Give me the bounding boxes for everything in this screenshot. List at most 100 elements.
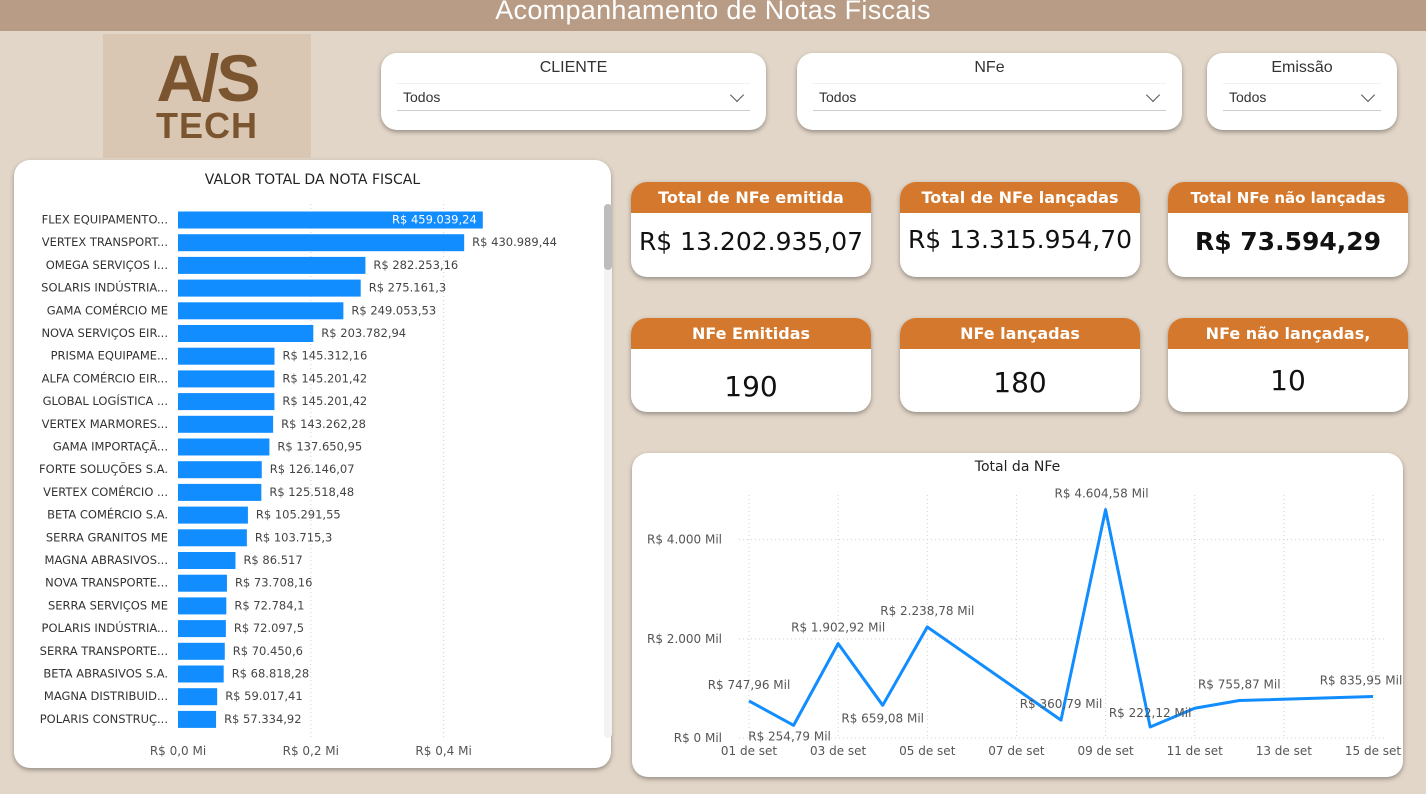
bar[interactable]	[178, 688, 218, 706]
bar[interactable]	[178, 438, 270, 456]
bar[interactable]	[178, 642, 225, 660]
bar-data-label: R$ 145.201,42	[282, 394, 367, 408]
nfe-dropdown-value: Todos	[819, 89, 857, 105]
bar-data-label: R$ 282.253,16	[373, 258, 458, 272]
bar[interactable]	[178, 506, 248, 524]
bar-data-label: R$ 70.450,6	[233, 644, 303, 658]
bar-x-tick-label: R$ 0,0 Mi	[150, 744, 206, 758]
title-bar: Acompanhamento de Notas Fiscais	[0, 0, 1426, 31]
kpi-total-emitida-value: R$ 13.202.935,07	[638, 227, 864, 256]
kpi-nfe-nao-lancadas-value: 10	[1270, 364, 1306, 397]
cliente-dropdown-value: Todos	[403, 89, 441, 105]
kpi-total-lancadas: Total de NFe lançadas R$ 13.315.954,70	[900, 182, 1140, 277]
bar[interactable]	[178, 665, 224, 683]
bar-data-label: R$ 137.650,95	[277, 440, 362, 454]
line-x-tick-label: 13 de set	[1256, 744, 1313, 758]
line-x-tick-label: 05 de set	[899, 744, 956, 758]
bar[interactable]	[178, 461, 262, 479]
bar[interactable]	[178, 256, 366, 274]
bar[interactable]	[178, 302, 344, 320]
bar-chart-scroll-thumb[interactable]	[604, 204, 612, 270]
bar[interactable]	[178, 710, 217, 728]
line-x-tick-label: 09 de set	[1077, 744, 1134, 758]
bar[interactable]	[178, 325, 314, 342]
logo-text: TECH	[156, 105, 258, 146]
page-title: Acompanhamento de Notas Fiscais	[495, 0, 931, 25]
kpi-nfe-emitidas-label: NFe Emitidas	[631, 318, 871, 349]
cliente-slicer-label: CLIENTE	[539, 59, 608, 76]
bar-category-label: GLOBAL LOGÍSTICA ...	[43, 393, 168, 408]
line-data-label: R$ 659,08 Mil	[841, 711, 924, 725]
line-data-label: R$ 4.604,58 Mil	[1055, 487, 1149, 501]
bar-category-label: SOLARIS INDÚSTRIA...	[41, 280, 168, 295]
kpi-nfe-emitidas: NFe Emitidas 190	[631, 318, 871, 412]
bar[interactable]	[178, 234, 465, 252]
chevron-down-icon	[729, 87, 745, 102]
bar-category-label: PRISMA EQUIPAME...	[51, 349, 168, 363]
chevron-down-icon	[1145, 87, 1161, 102]
emissao-dropdown-value: Todos	[1229, 89, 1267, 105]
bar[interactable]	[178, 483, 262, 501]
line-x-tick-label: 01 de set	[721, 744, 778, 758]
line-x-tick-label: 03 de set	[810, 744, 867, 758]
line-data-label: R$ 1.902,92 Mil	[791, 621, 885, 635]
line-y-tick-label: R$ 4.000 Mil	[647, 533, 722, 547]
bar-data-label: R$ 459.039,24	[392, 213, 477, 227]
emissao-slicer: Emissão Todos	[1207, 53, 1397, 130]
bar[interactable]	[178, 279, 361, 297]
bar-data-label: R$ 68.818,28	[232, 667, 310, 681]
line-x-tick-label: 11 de set	[1167, 744, 1224, 758]
line-series[interactable]	[748, 508, 1374, 729]
cliente-dropdown[interactable]: Todos	[397, 83, 750, 111]
bar[interactable]	[178, 415, 274, 433]
bar-data-label: R$ 249.053,53	[351, 303, 436, 317]
bar[interactable]	[178, 574, 227, 592]
bar-data-label: R$ 145.201,42	[282, 371, 367, 385]
bar-data-label: R$ 275.161,3	[369, 281, 447, 295]
emissao-dropdown[interactable]: Todos	[1223, 83, 1381, 111]
bar-data-label: R$ 105.291,55	[256, 508, 341, 522]
bar-x-tick-label: R$ 0,4 Mi	[415, 744, 471, 758]
bar-category-label: BETA COMÉRCIO S.A.	[47, 507, 168, 522]
bar-data-label: R$ 125.518,48	[269, 485, 354, 499]
line-x-tick-label: 07 de set	[988, 744, 1045, 758]
bar-category-label: POLARIS INDÚSTRIA...	[42, 620, 168, 635]
kpi-total-nao-lancadas: Total NFe não lançadas R$ 73.594,29	[1168, 182, 1408, 277]
line-data-label: R$ 835,95 Mil	[1320, 674, 1403, 688]
emissao-slicer-label: Emissão	[1271, 59, 1333, 76]
kpi-total-lancadas-label: Total de NFe lançadas	[900, 182, 1140, 213]
bar[interactable]	[178, 393, 275, 411]
bar-data-label: R$ 59.017,41	[225, 689, 303, 703]
bar-data-label: R$ 57.334,92	[224, 712, 301, 726]
bar-data-label: R$ 143.262,28	[281, 417, 366, 431]
bar[interactable]	[178, 529, 247, 547]
bar-category-label: ALFA COMÉRCIO EIR...	[42, 370, 168, 385]
bar[interactable]	[178, 597, 227, 615]
bar-data-label: R$ 73.708,16	[235, 576, 312, 590]
bar-chart-scrollbar[interactable]	[604, 204, 612, 738]
line-data-label: R$ 254,79 Mil	[748, 729, 831, 743]
line-data-label: R$ 755,87 Mil	[1198, 678, 1281, 692]
line-y-tick-label: R$ 2.000 Mil	[647, 632, 722, 646]
bar[interactable]	[178, 552, 236, 569]
bar-data-label: R$ 126.146,07	[270, 462, 355, 476]
bar-chart: R$ 0,0 Mi R$ 0,2 Mi R$ 0,4 Mi FLEX EQUIPAME…	[39, 204, 557, 758]
bar-category-label: SERRA GRANITOS ME	[46, 530, 168, 544]
bar-data-label: R$ 86.517	[243, 553, 302, 567]
line-chart-card: Total da NFe R$ 0 Mil R$ 2.000 Mil R$ 4.00…	[632, 453, 1403, 777]
bar-category-label: OMEGA SERVIÇOS I...	[46, 258, 168, 272]
nfe-slicer-label: NFe	[974, 59, 1005, 76]
line-x-tick-label: 15 de set	[1345, 744, 1402, 758]
kpi-total-emitida-label: Total de NFe emitida	[631, 182, 871, 213]
line-chart: R$ 0 Mil R$ 2.000 Mil R$ 4.000 Mil 01 de se…	[647, 487, 1403, 758]
bar-category-label: NOVA TRANSPORTE...	[45, 576, 168, 590]
bar[interactable]	[178, 370, 275, 388]
kpi-nfe-nao-lancadas-label: NFe não lançadas,	[1168, 318, 1408, 349]
chevron-down-icon	[1360, 87, 1376, 102]
bar-data-label: R$ 145.312,16	[282, 349, 367, 363]
bar[interactable]	[178, 347, 275, 365]
bar-category-label: VERTEX COMÉRCIO ...	[43, 484, 168, 499]
bar[interactable]	[178, 620, 226, 638]
company-logo: A/S TECH	[103, 34, 311, 158]
nfe-dropdown[interactable]: Todos	[813, 83, 1166, 111]
